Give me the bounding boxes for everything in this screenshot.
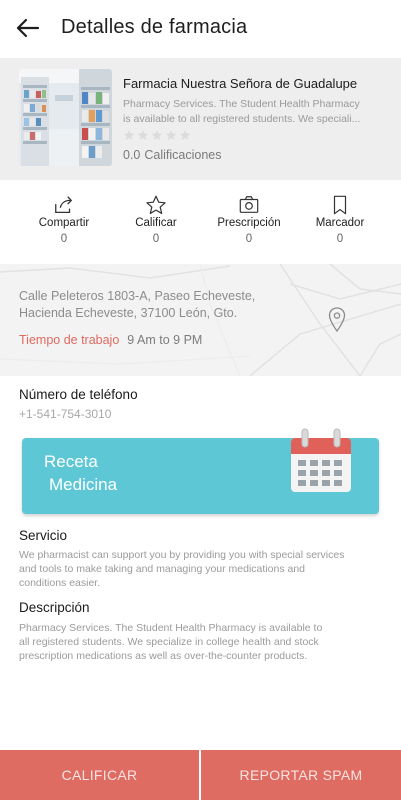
- description-text: Pharmacy Services. The Student Health Ph…: [19, 621, 389, 663]
- rate-action[interactable]: Calificar 0: [111, 194, 201, 245]
- pharmacy-short-description: Pharmacy Services. The Student Health Ph…: [123, 97, 381, 127]
- rating-value: 0.0: [123, 148, 141, 162]
- service-text-line: conditions easier.: [19, 577, 101, 589]
- prescription-count: 0: [245, 233, 253, 245]
- rating-label: Calificaciones: [144, 148, 222, 162]
- service-text: We pharmacist can support you by providi…: [19, 548, 389, 590]
- prescription-label: Prescripción: [217, 217, 281, 229]
- bookmark-count: 0: [336, 233, 344, 245]
- address-line: Hacienda Echeveste, 37100 León, Gto.: [19, 306, 238, 320]
- share-count: 0: [60, 233, 68, 245]
- calendar-icon: [291, 428, 351, 492]
- pharmacy-name: Farmacia Nuestra Señora de Guadalupe: [123, 76, 358, 91]
- share-action[interactable]: Compartir 0: [19, 194, 109, 245]
- star-empty-icon: [179, 130, 191, 140]
- phone-label: Número de teléfono: [19, 387, 138, 402]
- share-label: Compartir: [38, 217, 90, 229]
- rate-button[interactable]: CALIFICAR: [0, 750, 199, 800]
- address: Calle Peleteros 1803-A, Paseo Echeveste,…: [19, 288, 279, 322]
- app-header: Detalles de farmacia: [0, 0, 401, 58]
- map-pin-icon: [328, 307, 346, 333]
- description-text-line: prescription medications as well as over…: [19, 650, 308, 662]
- description-text-line: all registered students. We specialize i…: [19, 636, 319, 648]
- rate-count: 0: [152, 233, 160, 245]
- service-heading: Servicio: [19, 528, 68, 543]
- pharmacy-photo: [19, 69, 112, 166]
- service-text-line: and tools to make taking and managing yo…: [19, 563, 306, 575]
- report-spam-button[interactable]: REPORTAR SPAM: [201, 750, 401, 800]
- bookmark-icon: [333, 195, 347, 215]
- hours-label: Tiempo de trabajo: [19, 333, 120, 347]
- page-title: Detalles de farmacia: [61, 16, 248, 38]
- star-empty-icon: [151, 130, 163, 140]
- pharmacy-description-line: is available to all registered students.…: [123, 113, 361, 125]
- star-empty-icon: [165, 130, 177, 140]
- bottom-action-bar: CALIFICAR REPORTAR SPAM: [0, 750, 401, 800]
- bookmark-action[interactable]: Marcador 0: [295, 194, 385, 245]
- camera-icon: [239, 196, 259, 213]
- banner-line-1: Receta: [44, 452, 98, 471]
- star-empty-icon: [137, 130, 149, 140]
- pharmacy-description-line: Pharmacy Services. The Student Health Ph…: [123, 98, 360, 110]
- action-bar: Compartir 0 Calificar 0 Prescripción 0 M…: [0, 180, 401, 264]
- prescription-action[interactable]: Prescripción 0: [204, 194, 294, 245]
- hours-value: 9 Am to 9 PM: [127, 333, 203, 347]
- location-map[interactable]: Calle Peleteros 1803-A, Paseo Echeveste,…: [0, 264, 401, 376]
- description-text-line: Pharmacy Services. The Student Health Ph…: [19, 622, 323, 634]
- service-text-line: We pharmacist can support you by providi…: [19, 549, 345, 561]
- star-empty-icon: [123, 130, 135, 140]
- rating-summary: 0.0 Calificaciones: [123, 148, 222, 162]
- phone-number[interactable]: +1-541-754-3010: [19, 407, 111, 421]
- rate-label: Calificar: [135, 217, 177, 229]
- back-arrow-icon[interactable]: [14, 16, 40, 40]
- banner-line-2: Medicina: [49, 475, 118, 494]
- bookmark-label: Marcador: [315, 217, 365, 229]
- share-icon: [55, 196, 72, 213]
- star-icon: [146, 195, 166, 215]
- address-line: Calle Peleteros 1803-A, Paseo Echeveste,: [19, 289, 256, 303]
- description-heading: Descripción: [19, 600, 90, 615]
- pharmacy-card: Farmacia Nuestra Señora de Guadalupe Pha…: [0, 58, 401, 180]
- working-hours: Tiempo de trabajo 9 Am to 9 PM: [19, 333, 202, 347]
- rating-stars: [123, 129, 191, 141]
